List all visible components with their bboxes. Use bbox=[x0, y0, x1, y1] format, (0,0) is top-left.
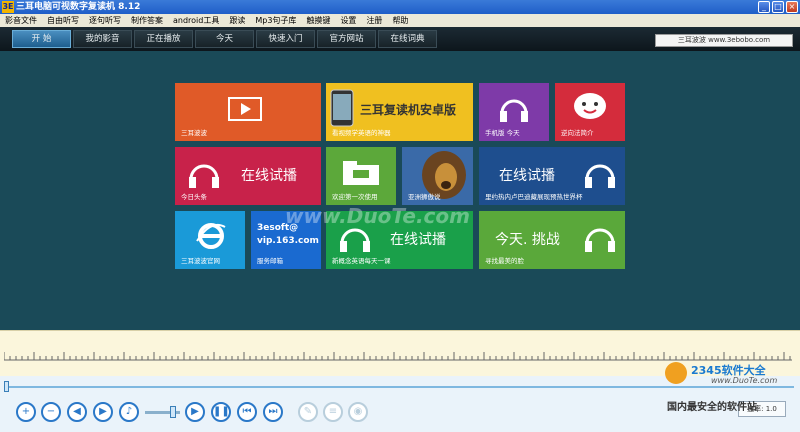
tile-title: 在线试播 bbox=[390, 232, 446, 248]
skip-back-icon[interactable]: ⏮ bbox=[237, 402, 257, 422]
menu-item[interactable]: 设置 bbox=[335, 14, 361, 27]
eye-icon[interactable]: ◉ bbox=[348, 402, 368, 422]
tile-today-challenge[interactable]: 今天. 挑战 寻找最美的脸 bbox=[479, 211, 625, 269]
menu-item[interactable]: android工具 bbox=[168, 14, 224, 27]
tile-title: 在线试播 bbox=[499, 168, 555, 184]
smiley-icon bbox=[574, 93, 606, 119]
menu-item[interactable]: 触摸键 bbox=[301, 14, 335, 27]
headphones-icon bbox=[585, 228, 615, 252]
headphones-icon bbox=[189, 164, 219, 188]
menu-item[interactable]: 逐句听写 bbox=[84, 14, 126, 27]
corner-watermark: 2345软件大全 www.DuoTe.com 国内最安全的软件站 bbox=[665, 362, 797, 414]
nav-bar: 开 始 我的影音 正在播放 今天 快速入门 官方网站 在线词典 三耳波波 www… bbox=[0, 27, 800, 51]
zoom-out-icon[interactable]: − bbox=[41, 402, 61, 422]
site-link[interactable]: 三耳波波 www.3ebobo.com bbox=[655, 34, 793, 47]
next-icon[interactable]: ▶ bbox=[93, 402, 113, 422]
brand-url: www.DuoTe.com bbox=[711, 376, 778, 385]
tile-caption: 新概念英语每天一课 bbox=[332, 257, 391, 265]
tile-3ebobo-video[interactable]: 三耳波波 bbox=[175, 83, 321, 141]
tile-caption: 逆向法简介 bbox=[561, 129, 594, 137]
ie-icon bbox=[196, 223, 226, 249]
menu-item[interactable]: 注册 bbox=[361, 14, 387, 27]
zoom-in-icon[interactable]: + bbox=[16, 402, 36, 422]
headphones-icon bbox=[500, 99, 528, 122]
skip-forward-icon[interactable]: ⏭ bbox=[263, 402, 283, 422]
menu-item[interactable]: 影音文件 bbox=[0, 14, 42, 27]
tile-caption: 看视频学英语的神器 bbox=[332, 129, 391, 137]
email-line2: vip.163.com bbox=[257, 236, 319, 246]
timeline-ruler bbox=[4, 352, 792, 361]
tab-online-dictionary[interactable]: 在线词典 bbox=[378, 30, 437, 48]
menu-item[interactable]: 制作答案 bbox=[126, 14, 168, 27]
menu-item[interactable]: 自由听写 bbox=[42, 14, 84, 27]
tile-banner: 三耳复读机安卓版 bbox=[360, 103, 457, 117]
seek-handle[interactable] bbox=[4, 381, 9, 392]
app-logo: 3E bbox=[2, 1, 14, 13]
folder-icon bbox=[343, 161, 379, 185]
tile-mobile-today[interactable]: 手机版 今天 bbox=[479, 83, 549, 141]
edit-icon[interactable]: ✎ bbox=[298, 402, 318, 422]
video-play-icon bbox=[228, 97, 262, 121]
tile-online-trial-worldcup[interactable]: 在线试播 里约热内卢巴迪藏展现预热世界杯 bbox=[479, 147, 625, 205]
tile-online-trial-headlines[interactable]: 在线试播 今日头条 bbox=[175, 147, 321, 205]
volume-handle[interactable] bbox=[170, 406, 176, 418]
phone-icon bbox=[330, 89, 354, 127]
watermark: www.DuoTe.com bbox=[285, 204, 470, 228]
pause-icon[interactable]: ❚❚ bbox=[211, 402, 231, 422]
window-title: 三耳电脑可视数字复读机 8.12 bbox=[16, 2, 141, 12]
menu-bar: 影音文件 自由听写 逐句听写 制作答案 android工具 跟读 Mp3句子库 … bbox=[0, 14, 800, 27]
list-icon[interactable]: ≡ bbox=[323, 402, 343, 422]
title-bar: 3E 三耳电脑可视数字复读机 8.12 _ □ × bbox=[0, 0, 800, 14]
menu-item[interactable]: 跟读 bbox=[224, 14, 250, 27]
tile-official-website[interactable]: 三耳波波官网 bbox=[175, 211, 245, 269]
tab-my-media[interactable]: 我的影音 bbox=[73, 30, 132, 48]
tab-start[interactable]: 开 始 bbox=[12, 30, 71, 48]
tile-caption: 三耳波波 bbox=[181, 129, 207, 137]
tile-caption: 三耳波波官网 bbox=[181, 257, 220, 265]
tile-caption: 欢迎第一次使用 bbox=[332, 193, 378, 201]
brand-logo-icon bbox=[665, 362, 687, 384]
tile-caption: 里约热内卢巴迪藏展现预热世界杯 bbox=[485, 193, 583, 201]
maximize-button[interactable]: □ bbox=[772, 1, 784, 13]
tile-title: 今天. 挑战 bbox=[495, 232, 560, 248]
tile-title: 在线试播 bbox=[241, 168, 297, 184]
close-button[interactable]: × bbox=[786, 1, 798, 13]
tile-android-app[interactable]: 三耳复读机安卓版 看视频学英语的神器 bbox=[326, 83, 473, 141]
tile-caption: 手机版 今天 bbox=[485, 129, 520, 137]
tile-welcome[interactable]: 欢迎第一次使用 bbox=[326, 147, 396, 205]
tile-caption: 亚洲狮傲说 bbox=[408, 193, 441, 201]
menu-item[interactable]: Mp3句子库 bbox=[250, 14, 301, 27]
minimize-button[interactable]: _ bbox=[758, 1, 770, 13]
headphones-icon bbox=[585, 164, 615, 188]
tab-today[interactable]: 今天 bbox=[195, 30, 254, 48]
tile-caption: 服务邮箱 bbox=[257, 257, 283, 265]
prev-icon[interactable]: ◀ bbox=[67, 402, 87, 422]
tile-lion-photo[interactable]: 亚洲狮傲说 bbox=[402, 147, 473, 205]
tile-reverse-method[interactable]: 逆向法简介 bbox=[555, 83, 625, 141]
tab-official-site[interactable]: 官方网站 bbox=[317, 30, 376, 48]
brand-slogan: 国内最安全的软件站 bbox=[667, 402, 757, 413]
menu-item[interactable]: 帮助 bbox=[387, 14, 413, 27]
tab-quick-start[interactable]: 快速入门 bbox=[256, 30, 315, 48]
tile-caption: 寻找最美的脸 bbox=[485, 257, 524, 265]
speaker-icon[interactable]: ♪ bbox=[119, 402, 139, 422]
tile-caption: 今日头条 bbox=[181, 193, 207, 201]
play-icon[interactable]: ▶ bbox=[185, 402, 205, 422]
tab-now-playing[interactable]: 正在播放 bbox=[134, 30, 193, 48]
